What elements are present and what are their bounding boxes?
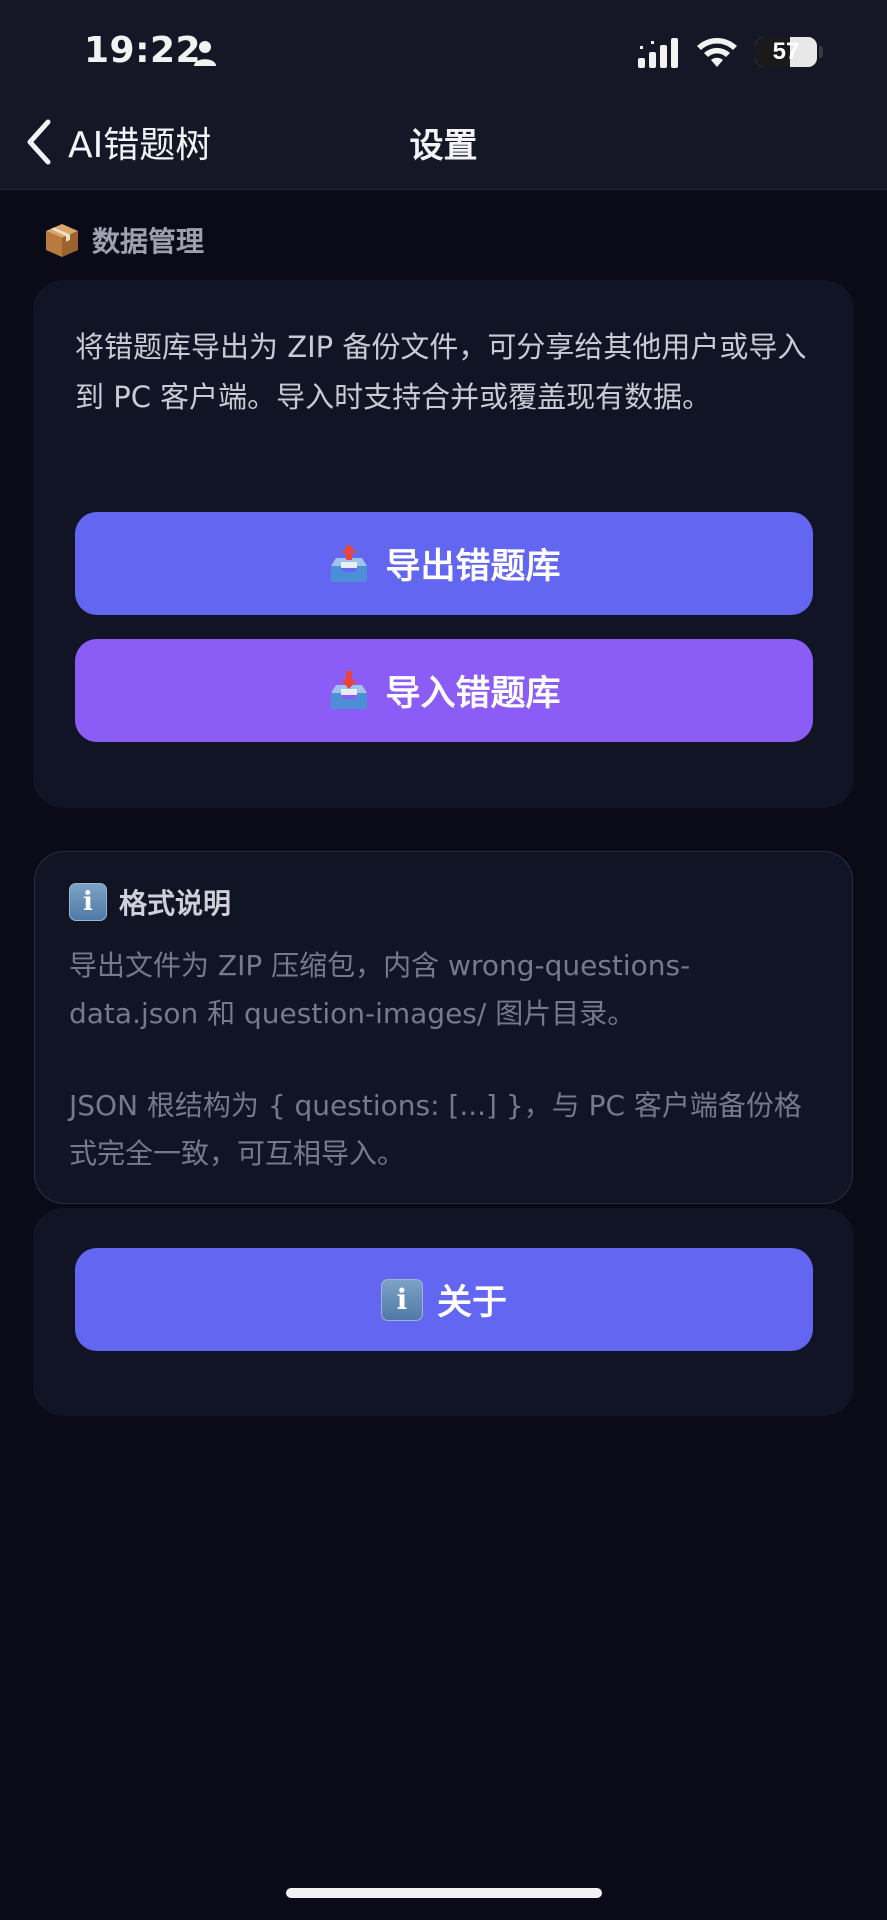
- section-title-data-management: 数据管理: [42, 220, 204, 260]
- format-info-paragraph: 导出文件为 ZIP 压缩包，内含 wrong-questions-data.js…: [69, 949, 691, 1030]
- top-bar: 19:22 57 AI错题树 设置: [0, 0, 887, 190]
- export-button-label: 导出错题库: [385, 547, 561, 587]
- battery-tip: [819, 46, 823, 58]
- format-info-heading: i 格式说明: [69, 882, 231, 922]
- section-title-label: 数据管理: [92, 225, 205, 258]
- export-button[interactable]: 导出错题库: [75, 512, 813, 615]
- import-button[interactable]: 导入错题库: [75, 639, 813, 742]
- info-icon: i: [380, 1278, 423, 1321]
- page-title: 设置: [409, 126, 478, 166]
- battery-icon: 57: [755, 37, 817, 67]
- package-icon: [46, 224, 78, 257]
- about-button[interactable]: i 关于: [75, 1248, 813, 1351]
- inbox-tray-icon: [331, 670, 368, 709]
- cellular-signal-icon: [638, 38, 678, 68]
- settings-screen: 19:22 57 AI错题树 设置 数据管理 将错题库导出为 ZIP 备份文件，…: [0, 0, 887, 1920]
- format-info-title: 格式说明: [119, 887, 232, 920]
- info-icon: i: [69, 883, 107, 921]
- data-management-card: 将错题库导出为 ZIP 备份文件，可分享给其他用户或导入到 PC 客户端。导入时…: [33, 280, 854, 808]
- home-indicator: [286, 1888, 602, 1898]
- status-time: 19:22: [84, 30, 202, 71]
- battery-level: 57: [772, 38, 800, 65]
- format-info-paragraph: JSON 根结构为 { questions: [...] }，与 PC 客户端备…: [69, 1089, 802, 1170]
- about-button-label: 关于: [436, 1283, 507, 1323]
- about-card: i 关于: [33, 1208, 854, 1416]
- wifi-icon: [697, 38, 737, 67]
- import-button-label: 导入错题库: [385, 674, 561, 714]
- format-info-body: 导出文件为 ZIP 压缩包，内含 wrong-questions-data.js…: [69, 942, 812, 1178]
- person-icon: [194, 41, 216, 66]
- data-management-description: 将错题库导出为 ZIP 备份文件，可分享给其他用户或导入到 PC 客户端。导入时…: [75, 330, 807, 414]
- format-info-card: i 格式说明 导出文件为 ZIP 压缩包，内含 wrong-questions-…: [34, 851, 853, 1204]
- outbox-tray-icon: [331, 543, 368, 582]
